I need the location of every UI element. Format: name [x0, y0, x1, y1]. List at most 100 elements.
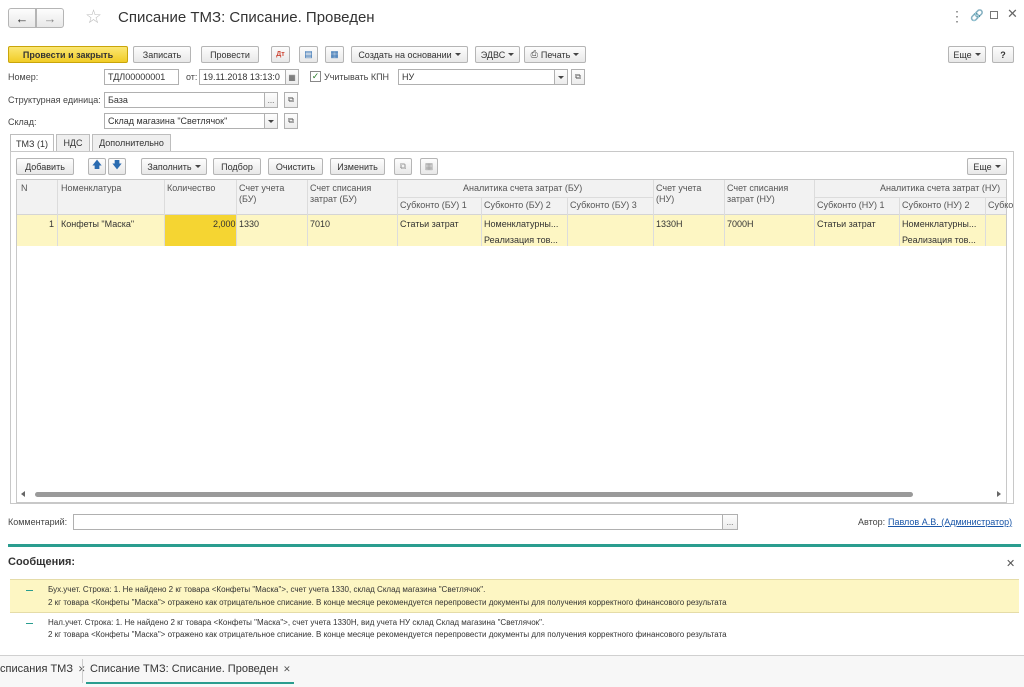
paste-icon[interactable]: ▦ — [420, 158, 438, 175]
date-field[interactable]: 19.11.2018 13:13:0 — [199, 69, 286, 85]
close-icon[interactable]: ✕ — [283, 664, 291, 675]
unit-field[interactable]: База — [104, 92, 268, 108]
create-based-dropdown[interactable]: Создать на основании — [351, 46, 468, 63]
clear-button[interactable]: Очистить — [268, 158, 323, 175]
cell-quantity[interactable]: 2,000 — [213, 219, 236, 230]
more-dropdown[interactable]: Еще — [948, 46, 986, 63]
tab-tmz[interactable]: ТМЗ (1) — [10, 134, 54, 152]
change-button[interactable]: Изменить — [330, 158, 385, 175]
cell-writeoff-bu[interactable]: 7010 — [310, 219, 330, 230]
cell-sub-bu2b[interactable]: Реализация тов... — [484, 235, 558, 246]
dt-kt-icon[interactable]: Дт — [271, 46, 290, 63]
copy-icon[interactable]: ⧉ — [394, 158, 412, 175]
maximize-icon[interactable] — [990, 11, 998, 19]
col-n: N — [21, 183, 28, 193]
col-account-nu: Счет учета (НУ) — [656, 183, 702, 204]
close-icon[interactable]: ✕ — [1007, 6, 1018, 22]
post-button[interactable]: Провести — [201, 46, 259, 63]
scroll-right-icon[interactable] — [997, 491, 1001, 497]
active-tab-indicator — [86, 682, 294, 684]
calendar-icon[interactable]: ▦ — [285, 69, 299, 85]
table-more-label: Еще — [973, 161, 992, 172]
open-icon[interactable]: ⧉ — [284, 113, 298, 129]
col-sub-nu3: Субко — [988, 200, 1014, 210]
author-link[interactable]: Павлов А.В. (Администратор) — [888, 517, 1012, 527]
col-sub-bu1: Субконто (БУ) 1 — [400, 200, 467, 210]
messages-close-icon[interactable]: ✕ — [1006, 557, 1015, 570]
bottom-tab-list-label: списания ТМЗ — [0, 663, 73, 675]
bottom-tab-divider — [82, 659, 83, 683]
chevron-down-icon — [194, 165, 201, 168]
print-dropdown[interactable]: ⎙ Печать — [524, 46, 586, 63]
scroll-left-icon[interactable] — [21, 491, 25, 497]
edvs-dropdown[interactable]: ЭДВС — [475, 46, 520, 63]
bottom-tab-document-label: Списание ТМЗ: Списание. Проведен — [90, 663, 279, 675]
messages-title: Сообщения: — [8, 556, 76, 568]
printer-icon: ⎙ — [530, 49, 538, 59]
more-label: Еще — [953, 49, 972, 60]
cell-writeoff-nu[interactable]: 7000Н — [727, 219, 754, 230]
chevron-down-icon[interactable] — [264, 113, 278, 129]
link-icon[interactable]: 🔗 — [970, 9, 984, 22]
cell-sub-bu1[interactable]: Статьи затрат — [400, 219, 459, 230]
cell-sub-nu2b[interactable]: Реализация тов... — [902, 235, 976, 246]
select-button[interactable]: Подбор — [213, 158, 261, 175]
bottom-tab-document[interactable]: Списание ТМЗ: Списание. Проведен ✕ — [90, 663, 291, 675]
author-label: Автор: — [858, 517, 886, 527]
chevron-down-icon — [454, 53, 461, 56]
open-icon[interactable]: ⧉ — [284, 92, 298, 108]
add-button[interactable]: Добавить — [16, 158, 74, 175]
comment-field[interactable] — [73, 514, 725, 530]
unit-label: Структурная единица: — [8, 95, 101, 105]
registry-icon[interactable]: ▤ — [299, 46, 318, 63]
cell-sub-bu2[interactable]: Номенклатурны... — [484, 219, 558, 230]
col-sub-nu2: Субконто (НУ) 2 — [902, 200, 970, 210]
chevron-down-icon — [974, 53, 981, 56]
chevron-down-icon — [508, 53, 515, 56]
cell-sub-nu2[interactable]: Номенклатурны... — [902, 219, 976, 230]
print-label: Печать — [540, 49, 571, 60]
cell-n: 1 — [49, 219, 55, 229]
warehouse-field[interactable]: Склад магазина "Светлячок" — [104, 113, 268, 129]
cell-account-nu[interactable]: 1330Н — [656, 219, 683, 230]
cell-account-bu[interactable]: 1330 — [239, 219, 259, 230]
save-button[interactable]: Записать — [133, 46, 191, 63]
select-ellipsis-icon[interactable]: ... — [264, 92, 278, 108]
kpn-checkbox[interactable]: ✓ — [310, 71, 321, 82]
col-writeoff-bu: Счет списания затрат (БУ) — [310, 183, 372, 204]
create-based-label: Создать на основании — [358, 49, 452, 60]
select-ellipsis-icon[interactable]: ... — [722, 514, 738, 530]
col-account-bu: Счет учета (БУ) — [239, 183, 285, 204]
warehouse-label: Склад: — [8, 117, 37, 127]
structure-icon[interactable]: ▦ — [325, 46, 344, 63]
message-line1: Нал.учет. Строка: 1. Не найдено 2 кг тов… — [48, 618, 545, 627]
number-field[interactable]: ТДЛ00000001 — [104, 69, 179, 85]
message-bullet-icon — [26, 623, 33, 624]
menu-dots-icon[interactable]: ⋮ — [950, 8, 965, 25]
cell-nomenclature[interactable]: Конфеты "Маска" — [61, 219, 134, 230]
move-down-button[interactable]: 🡇 — [108, 158, 126, 175]
messages-divider — [8, 544, 1021, 547]
favorite-star-icon[interactable]: ☆ — [85, 6, 102, 29]
forward-button[interactable]: → — [36, 8, 64, 28]
back-button[interactable]: ← — [8, 8, 36, 28]
cell-sub-nu1[interactable]: Статьи затрат — [817, 219, 876, 230]
number-label: Номер: — [8, 72, 39, 82]
bottom-tab-list[interactable]: списания ТМЗ ✕ — [0, 663, 86, 675]
fill-dropdown[interactable]: Заполнить — [141, 158, 207, 175]
move-up-button[interactable]: 🡅 — [88, 158, 106, 175]
help-button[interactable]: ? — [992, 46, 1014, 63]
table-more-dropdown[interactable]: Еще — [967, 158, 1007, 175]
message-line2: 2 кг товара <Конфеты "Маска"> отражено к… — [48, 598, 727, 607]
col-analytics-nu: Аналитика счета затрат (НУ) — [880, 183, 1001, 193]
tab-nds[interactable]: НДС — [56, 134, 90, 151]
kpn-select[interactable]: НУ — [398, 69, 568, 85]
open-icon[interactable]: ⧉ — [571, 69, 585, 85]
tab-additional[interactable]: Дополнительно — [92, 134, 171, 151]
chevron-down-icon[interactable] — [554, 69, 568, 85]
page-title: Списание ТМЗ: Списание. Проведен — [118, 9, 375, 26]
post-and-close-button[interactable]: Провести и закрыть — [8, 46, 128, 63]
horizontal-scrollbar[interactable] — [35, 492, 913, 497]
col-quantity: Количество — [167, 183, 216, 193]
edvs-label: ЭДВС — [480, 49, 506, 60]
